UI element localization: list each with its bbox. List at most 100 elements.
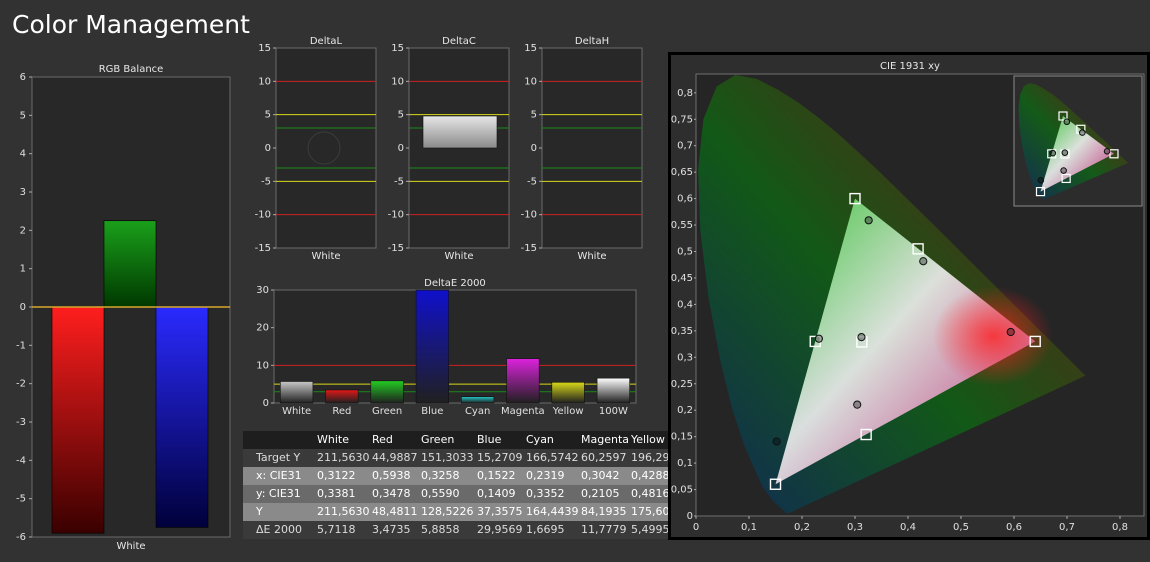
y-tick-label: 4 [20, 149, 26, 160]
table-cell: 196,2920 [631, 451, 668, 464]
x-tick-label: 0 [693, 522, 699, 533]
x-tick-label: Green [372, 406, 402, 417]
y-tick-label: 0 [531, 143, 537, 154]
y-tick-label: 0,05 [671, 485, 693, 496]
inset-measured-point [1079, 129, 1086, 136]
y-tick-label: 15 [258, 43, 271, 54]
measured-point [1006, 327, 1015, 337]
y-tick-label: -15 [521, 243, 537, 254]
measured-point [864, 216, 873, 225]
y-tick-label: 0 [398, 143, 404, 154]
table-cell: 5,8858 [421, 523, 460, 536]
table-cell: 0,2319 [526, 469, 565, 482]
page-title: Color Management [12, 10, 250, 39]
y-tick-label: 0,35 [671, 326, 693, 337]
y-tick-label: 15 [524, 43, 537, 54]
table-header: WhiteRedGreenBlueCyanMagentaYellow100 [243, 431, 668, 449]
table-cell: 37,3575 [477, 505, 523, 518]
column-header: Magenta [581, 433, 628, 446]
x-tick-label: 0,5 [953, 522, 969, 533]
x-tick-label: 0,2 [794, 522, 810, 533]
table-cell: 175,6074 [631, 505, 668, 518]
y-tick-label: 5 [265, 110, 271, 121]
table-cell: 0,3381 [317, 487, 356, 500]
row-label: x: CIE31 [256, 469, 302, 482]
x-label-white: White [444, 251, 473, 262]
y-tick-label: -5 [527, 176, 537, 187]
row-label: ΔE 2000 [256, 523, 302, 536]
y-tick-label: 0,7 [677, 141, 693, 152]
y-tick-label: -5 [16, 494, 26, 505]
table-cell: 84,1935 [581, 505, 627, 518]
table-cell: 0,1522 [477, 469, 516, 482]
y-tick-label: 0,45 [671, 273, 693, 284]
deltae-2000-chart: DeltaE 2000 30 20 10 0 White Red Green Blue Cyan M… [250, 274, 642, 424]
y-tick-label: 0,8 [677, 88, 693, 99]
bar-cyan [461, 396, 495, 404]
y-tick-label: 0,3 [677, 352, 693, 363]
bar-blue [415, 289, 449, 404]
y-tick-label: 1 [20, 264, 26, 275]
table-cell: 0,1409 [477, 487, 516, 500]
x-label-white: White [311, 251, 340, 262]
measured-point [857, 333, 866, 342]
y-tick-label: 0,5 [677, 247, 693, 258]
y-tick-label: -4 [16, 455, 26, 466]
plot-area [541, 47, 643, 249]
x-tick-label: Blue [421, 406, 443, 417]
x-tick-label: Cyan [465, 406, 490, 417]
y-tick-label: 5 [531, 110, 537, 121]
y-tick-label: 0,25 [671, 379, 693, 390]
table-row: x: CIE31 0,3122 0,5938 0,3258 0,1522 0,2319 0,… [243, 467, 668, 485]
y-tick-label: -5 [394, 176, 404, 187]
y-tick-label: 10 [524, 76, 537, 87]
y-tick-label: 5 [398, 110, 404, 121]
table-cell: 0,2105 [581, 487, 620, 500]
y-tick-label: 3 [20, 187, 26, 198]
x-tick-label: Yellow [552, 406, 584, 417]
row-label: Target Y [256, 451, 301, 464]
table-cell: 0,3042 [581, 469, 620, 482]
table-cell: 166,5742 [526, 451, 578, 464]
y-tick-label: -15 [388, 243, 404, 254]
table-cell: 60,2597 [581, 451, 627, 464]
row-label: y: CIE31 [256, 487, 301, 500]
bar-100w [596, 377, 630, 404]
x-tick-label: Red [332, 406, 351, 417]
measured-point [919, 257, 928, 266]
column-header: Cyan [526, 433, 554, 446]
bar-red [325, 389, 359, 404]
table-cell: 0,3122 [317, 469, 356, 482]
table-cell: 44,9887 [372, 451, 418, 464]
y-tick-label: 6 [20, 72, 26, 83]
table-cell: 151,3033 [421, 451, 474, 464]
x-tick-label: 0,8 [1112, 522, 1128, 533]
table-cell: 11,7779 [581, 523, 627, 536]
bar-blue [155, 306, 209, 528]
x-tick-label: 100W [599, 406, 628, 417]
y-tick-label: 0 [265, 143, 271, 154]
cie-1931-chart: CIE 1931 xy 0 0,1 0,2 0,3 0,4 0,5 0,6 0,7 0,8 0 0,0… [668, 52, 1150, 540]
table-cell: 0,5938 [372, 469, 411, 482]
y-tick-label: 20 [256, 323, 269, 334]
table-row: Target Y 211,5630 44,9887 151,3033 15,2709 16… [243, 449, 668, 467]
x-tick-label: 0,4 [900, 522, 916, 533]
table-row: y: CIE31 0,3381 0,3478 0,5590 0,1409 0,3352 0,… [243, 485, 668, 503]
column-header: White [317, 433, 349, 446]
y-tick-label: 10 [256, 360, 269, 371]
y-tick-label: 0,1 [677, 458, 693, 469]
table-cell: 0,4288 [631, 469, 668, 482]
delta-title-deltac: DeltaC [442, 36, 476, 47]
y-tick-label: 0,6 [677, 194, 693, 205]
deltae-title: DeltaE 2000 [424, 278, 486, 289]
table-cell: 29,9569 [477, 523, 523, 536]
y-tick-label: 0,55 [671, 220, 693, 231]
measured-point [772, 437, 781, 446]
y-tick-label: 0,4 [677, 299, 693, 310]
y-tick-label: 0,2 [677, 405, 693, 416]
table-cell: 48,4811 [372, 505, 418, 518]
bar-white [280, 381, 314, 404]
bar-white [422, 115, 498, 149]
y-tick-label: -15 [255, 243, 271, 254]
x-tick-label: 0,3 [847, 522, 863, 533]
